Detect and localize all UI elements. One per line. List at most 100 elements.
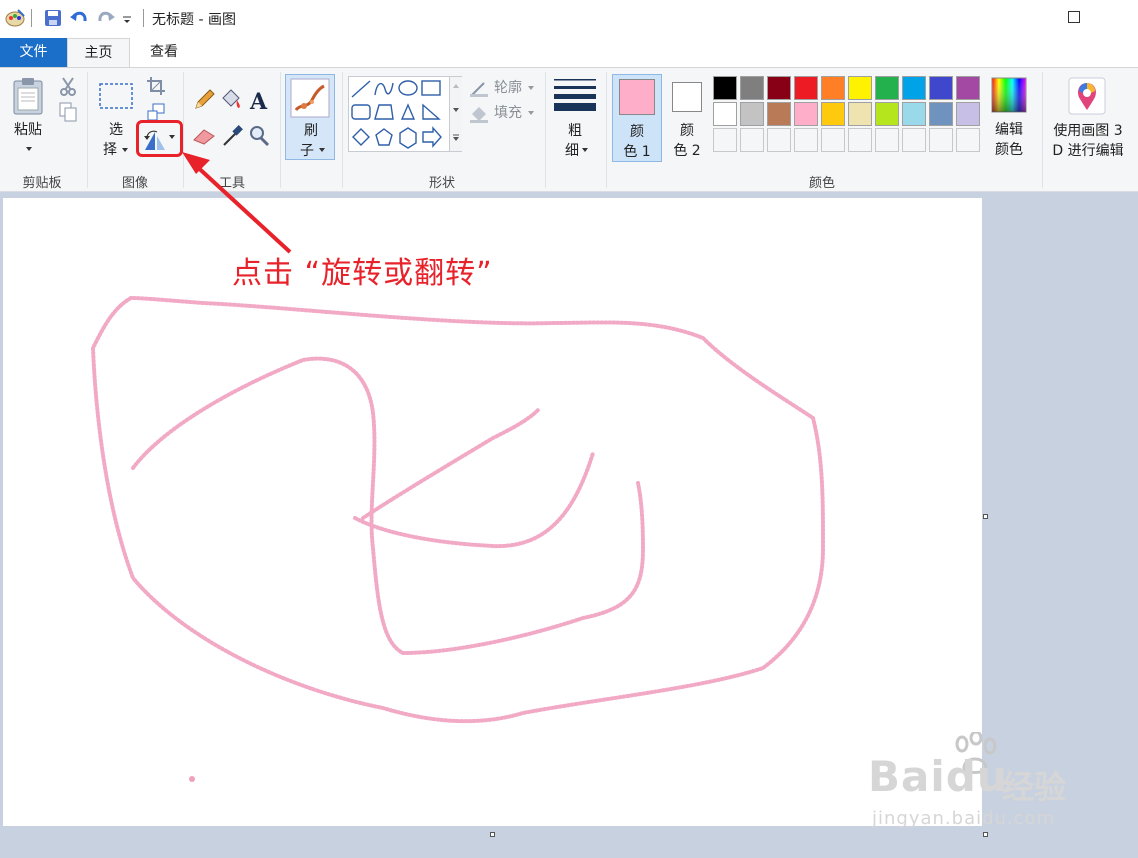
color1-label-line2: 色 1 (623, 144, 651, 160)
palette-empty-slot[interactable] (794, 128, 818, 152)
palette-swatch[interactable] (929, 76, 953, 100)
group-separator (342, 72, 343, 188)
paste-button[interactable]: 粘贴 (8, 120, 48, 140)
group-separator (545, 72, 546, 188)
doodle-dot (189, 776, 195, 782)
watermark-suffix: 经验 (1002, 768, 1067, 806)
palette-empty-slot[interactable] (848, 128, 872, 152)
select-button-line2[interactable]: 择 (100, 140, 120, 160)
size-label-line2: 细 (565, 143, 579, 159)
color2-label: 颜 (680, 123, 694, 139)
tab-view[interactable]: 查看 (130, 38, 198, 68)
tab-home[interactable]: 主页 (67, 38, 130, 68)
palette-empty-slot[interactable] (713, 128, 737, 152)
color2-swatch (672, 82, 702, 112)
fill-shape-icon[interactable] (469, 104, 489, 124)
outline-dropdown-icon[interactable] (527, 85, 535, 91)
paint3d-label: 使用画图 3 (1053, 123, 1123, 139)
color1-button[interactable]: 颜 色 1 (612, 74, 662, 162)
palette-empty-slot[interactable] (929, 128, 953, 152)
palette-swatch[interactable] (767, 102, 791, 126)
palette-swatch[interactable] (848, 76, 872, 100)
palette-swatch[interactable] (794, 76, 818, 100)
paste-icon[interactable] (12, 76, 46, 116)
undo-icon[interactable] (69, 8, 89, 28)
cut-icon[interactable] (59, 76, 77, 96)
baidu-watermark: Baidu 经验 jingyan.baidu.com (868, 732, 1088, 842)
palette-swatch[interactable] (740, 76, 764, 100)
edit-colors-button[interactable]: 编辑 (988, 120, 1030, 140)
paint3d-button[interactable]: 使用画图 3 D 进行编辑 (1046, 74, 1130, 170)
select-button[interactable]: 选 (102, 120, 130, 140)
shapes-group-label: 形状 (428, 176, 455, 191)
size-label: 粗 (568, 123, 582, 139)
color2-button[interactable]: 颜 色 2 (664, 74, 710, 162)
palette-swatch[interactable] (713, 76, 737, 100)
palette-swatch[interactable] (929, 102, 953, 126)
ribbon-tabs: 文件 主页 查看 (0, 36, 1138, 68)
fill-icon[interactable] (219, 86, 243, 112)
maximize-icon[interactable] (1068, 11, 1080, 23)
window-title: 无标题 - 画图 (152, 12, 236, 28)
select-dropdown-icon[interactable] (121, 147, 129, 153)
palette-empty-slot[interactable] (875, 128, 899, 152)
gallery-expand-icon[interactable] (452, 133, 460, 143)
copy-icon[interactable] (59, 102, 77, 122)
palette-swatch[interactable] (767, 76, 791, 100)
palette-swatch[interactable] (713, 102, 737, 126)
palette-swatch[interactable] (740, 102, 764, 126)
crop-icon[interactable] (146, 76, 166, 96)
palette-empty-slot[interactable] (821, 128, 845, 152)
fill-button[interactable]: 填充 (491, 103, 525, 123)
group-separator (87, 72, 88, 188)
annotation-arrow (182, 152, 292, 254)
palette-empty-slot[interactable] (902, 128, 926, 152)
outline-icon[interactable] (469, 80, 489, 98)
redo-icon[interactable] (96, 8, 116, 28)
palette-swatch[interactable] (956, 76, 980, 100)
shapes-scroll[interactable] (449, 77, 462, 151)
resize-handle-right[interactable] (983, 514, 988, 519)
palette-swatch[interactable] (848, 102, 872, 126)
select-icon[interactable] (98, 82, 134, 110)
brush-icon (290, 78, 330, 118)
watermark-url: jingyan.baidu.com (872, 808, 1056, 829)
edit-colors-button-line2[interactable]: 颜色 (988, 140, 1030, 160)
shapes-gallery-icons (351, 80, 442, 149)
palette-swatch[interactable] (875, 102, 899, 126)
drawing-canvas[interactable] (3, 198, 982, 826)
scroll-down-icon[interactable] (452, 107, 460, 113)
paste-dropdown-icon[interactable] (25, 146, 33, 152)
size-button[interactable]: 粗 细 (552, 76, 598, 160)
text-icon[interactable]: A (248, 88, 270, 112)
tab-file[interactable]: 文件 (0, 38, 67, 68)
watermark-brand: Baidu (868, 752, 1008, 801)
palette-swatch[interactable] (794, 102, 818, 126)
resize-icon[interactable] (146, 102, 166, 122)
annotation-text: 点击 “旋转或翻转” (232, 256, 493, 291)
palette-swatch[interactable] (902, 76, 926, 100)
scroll-up-icon[interactable] (452, 83, 460, 89)
group-separator (606, 72, 607, 188)
outline-button[interactable]: 轮廓 (491, 78, 525, 98)
save-icon[interactable] (44, 8, 62, 28)
palette-swatch[interactable] (902, 102, 926, 126)
palette-swatch[interactable] (875, 76, 899, 100)
palette-empty-slot[interactable] (767, 128, 791, 152)
palette-swatch[interactable] (821, 76, 845, 100)
qat-separator (31, 9, 32, 27)
resize-handle-bottom[interactable] (490, 832, 495, 837)
palette-swatch[interactable] (956, 102, 980, 126)
pencil-icon[interactable] (192, 88, 216, 112)
pink-doodle (90, 296, 826, 782)
customize-qat-icon[interactable] (122, 8, 132, 28)
edit-colors-icon[interactable] (991, 77, 1027, 113)
shapes-gallery[interactable] (348, 76, 462, 152)
palette-empty-slot[interactable] (740, 128, 764, 152)
fill-dropdown-icon[interactable] (527, 110, 535, 116)
paint-app-icon[interactable] (4, 8, 26, 28)
palette-empty-slot[interactable] (956, 128, 980, 152)
image-group-label: 图像 (121, 176, 148, 191)
palette-swatch[interactable] (821, 102, 845, 126)
paint3d-label-line2: D 进行编辑 (1052, 143, 1124, 159)
